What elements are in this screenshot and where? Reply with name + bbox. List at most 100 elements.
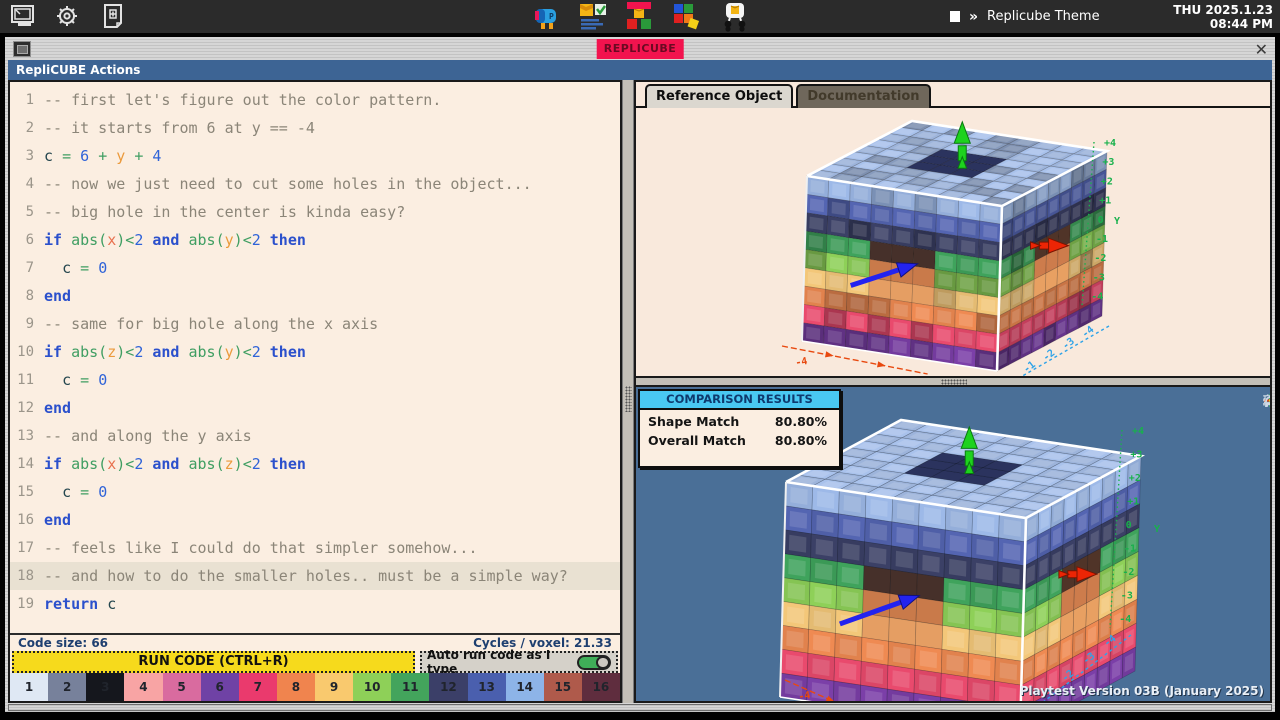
code-line[interactable]: 10if abs(z)<2 and abs(y)<2 then bbox=[10, 338, 620, 366]
svg-text:-4: -4 bbox=[1119, 614, 1131, 625]
cube-check-icon[interactable] bbox=[578, 2, 608, 32]
replica-viewport[interactable]: +4+3+2+10-1-2-3-4Y-4-3-2-1-4-3 COMPARISO… bbox=[636, 387, 1270, 701]
palette-color-8[interactable]: 8 bbox=[277, 673, 315, 701]
version-label: Playtest Version 03B (January 2025) bbox=[1020, 684, 1264, 698]
code-text: return c bbox=[44, 590, 116, 618]
monitor-icon[interactable] bbox=[10, 3, 36, 29]
window-bottom-frame[interactable] bbox=[8, 704, 1272, 711]
shape-match-value: 80.80% bbox=[775, 414, 827, 429]
palette-color-10[interactable]: 10 bbox=[353, 673, 391, 701]
new-file-icon[interactable] bbox=[100, 3, 126, 29]
palette-color-5[interactable]: 5 bbox=[163, 673, 201, 701]
reference-viewport[interactable]: +4+3+2+10-1-2-3-4Y-4-3-2-1-4 bbox=[636, 108, 1270, 376]
code-line[interactable]: 8end bbox=[10, 282, 620, 310]
svg-text:+3: +3 bbox=[1102, 157, 1114, 168]
code-line[interactable]: 17-- feels like I could do that simpler … bbox=[10, 534, 620, 562]
vertical-splitter[interactable] bbox=[622, 80, 634, 703]
color-grid-icon[interactable] bbox=[672, 2, 702, 32]
palette-color-9[interactable]: 9 bbox=[315, 673, 353, 701]
svg-text:-1: -1 bbox=[1022, 359, 1038, 375]
code-line[interactable]: 1-- first let's figure out the color pat… bbox=[10, 86, 620, 114]
svg-text:+2: +2 bbox=[1101, 176, 1113, 187]
cube-bubble-icon[interactable] bbox=[720, 2, 750, 32]
svg-text:-3: -3 bbox=[1061, 336, 1077, 352]
palette-color-4[interactable]: 4 bbox=[124, 673, 162, 701]
svg-text:Y: Y bbox=[1114, 216, 1120, 227]
clock-time: 08:44 PM bbox=[1173, 17, 1273, 31]
autorun-label: Auto run code as I type bbox=[427, 648, 577, 676]
line-number: 1 bbox=[10, 86, 34, 114]
code-line[interactable]: 4 -- now we just need to cut some holes i… bbox=[10, 170, 620, 198]
palette-color-2[interactable]: 2 bbox=[48, 673, 86, 701]
line-number: 16 bbox=[10, 506, 34, 534]
palette-color-15[interactable]: 15 bbox=[544, 673, 582, 701]
palette-color-13[interactable]: 13 bbox=[468, 673, 506, 701]
svg-text:+1: +1 bbox=[1127, 497, 1139, 508]
color-palette: 12345678910111213141516 bbox=[10, 673, 620, 701]
right-column: Reference Object Documentation +4 +3 +2 +1 0… bbox=[634, 80, 1272, 703]
run-code-button[interactable]: RUN CODE (CTRL+R) bbox=[12, 651, 415, 673]
line-number: 4 bbox=[10, 170, 34, 198]
code-line[interactable]: 13-- and along the y axis bbox=[10, 422, 620, 450]
theme-indicator[interactable]: » Replicube Theme bbox=[950, 0, 1100, 33]
window-menu-button[interactable] bbox=[13, 41, 31, 57]
code-line[interactable]: 6if abs(x)<2 and abs(y)<2 then bbox=[10, 226, 620, 254]
shape-match-label: Shape Match bbox=[648, 414, 739, 429]
line-number: 12 bbox=[10, 394, 34, 422]
svg-text:+4: +4 bbox=[1104, 138, 1116, 149]
code-text: end bbox=[44, 394, 71, 422]
code-line[interactable]: 18-- and how to do the smaller holes.. m… bbox=[10, 562, 620, 590]
svg-text:-1: -1 bbox=[1096, 234, 1108, 245]
code-line[interactable]: 7 c = 0 bbox=[10, 254, 620, 282]
code-line[interactable]: 3c = 6 + y + 4 bbox=[10, 142, 620, 170]
svg-text:0: 0 bbox=[1098, 215, 1104, 226]
palette-color-11[interactable]: 11 bbox=[391, 673, 429, 701]
gear-icon[interactable] bbox=[54, 3, 80, 29]
splitter-grip bbox=[941, 379, 967, 385]
code-line[interactable]: 19return c bbox=[10, 590, 620, 618]
code-text: c = 0 bbox=[44, 366, 107, 394]
code-text: -- same for big hole along the x axis bbox=[44, 310, 378, 338]
code-line[interactable]: 14if abs(x)<2 and abs(z)<2 then bbox=[10, 450, 620, 478]
code-editor[interactable]: 1-- first let's figure out the color pat… bbox=[10, 82, 620, 633]
svg-text:-4: -4 bbox=[1091, 292, 1103, 303]
system-top-bar: P » Replicube Theme T bbox=[0, 0, 1280, 33]
close-icon[interactable]: ✕ bbox=[1255, 40, 1268, 59]
svg-text:+1: +1 bbox=[1099, 196, 1111, 207]
code-text: end bbox=[44, 282, 71, 310]
code-line[interactable]: 12 end bbox=[10, 394, 620, 422]
main-area: 1-- first let's figure out the color pat… bbox=[8, 80, 1272, 703]
code-line[interactable]: 11 c = 0 bbox=[10, 366, 620, 394]
window-titlebar[interactable]: REPLICUBE ✕ bbox=[8, 39, 1272, 59]
palette-color-16[interactable]: 16 bbox=[582, 673, 620, 701]
cubes-icon[interactable] bbox=[624, 2, 654, 32]
line-number: 11 bbox=[10, 366, 34, 394]
svg-text:-1: -1 bbox=[1124, 544, 1136, 555]
tab-documentation[interactable]: Documentation bbox=[796, 84, 930, 108]
palette-color-7[interactable]: 7 bbox=[239, 673, 277, 701]
code-text: -- now we just need to cut some holes in… bbox=[44, 170, 532, 198]
mailbox-icon[interactable]: P bbox=[532, 2, 562, 32]
comparison-row: Overall Match 80.80% bbox=[640, 429, 839, 448]
code-line[interactable]: 16end bbox=[10, 506, 620, 534]
line-number: 15 bbox=[10, 478, 34, 506]
palette-color-1[interactable]: 1 bbox=[10, 673, 48, 701]
tab-reference-object[interactable]: Reference Object bbox=[645, 84, 793, 108]
svg-text:-3: -3 bbox=[1121, 591, 1133, 602]
horizontal-splitter[interactable] bbox=[636, 376, 1270, 387]
palette-color-6[interactable]: 6 bbox=[201, 673, 239, 701]
palette-color-14[interactable]: 14 bbox=[506, 673, 544, 701]
palette-color-12[interactable]: 12 bbox=[429, 673, 467, 701]
code-line[interactable]: 9-- same for big hole along the x axis bbox=[10, 310, 620, 338]
comparison-padding bbox=[640, 448, 839, 466]
theme-label: Replicube Theme bbox=[987, 9, 1100, 24]
palette-color-3[interactable]: 3 bbox=[86, 673, 124, 701]
code-line[interactable]: 5-- big hole in the center is kinda easy… bbox=[10, 198, 620, 226]
window-title: REPLICUBE bbox=[597, 39, 684, 59]
clock-date: THU 2025.1.23 bbox=[1173, 3, 1273, 17]
code-line[interactable]: 2-- it starts from 6 at y == -4 bbox=[10, 114, 620, 142]
svg-text:-2: -2 bbox=[1094, 253, 1106, 264]
autorun-toggle[interactable] bbox=[577, 655, 611, 670]
reset-rotation-icon[interactable] bbox=[1262, 392, 1270, 409]
code-line[interactable]: 15 c = 0 bbox=[10, 478, 620, 506]
